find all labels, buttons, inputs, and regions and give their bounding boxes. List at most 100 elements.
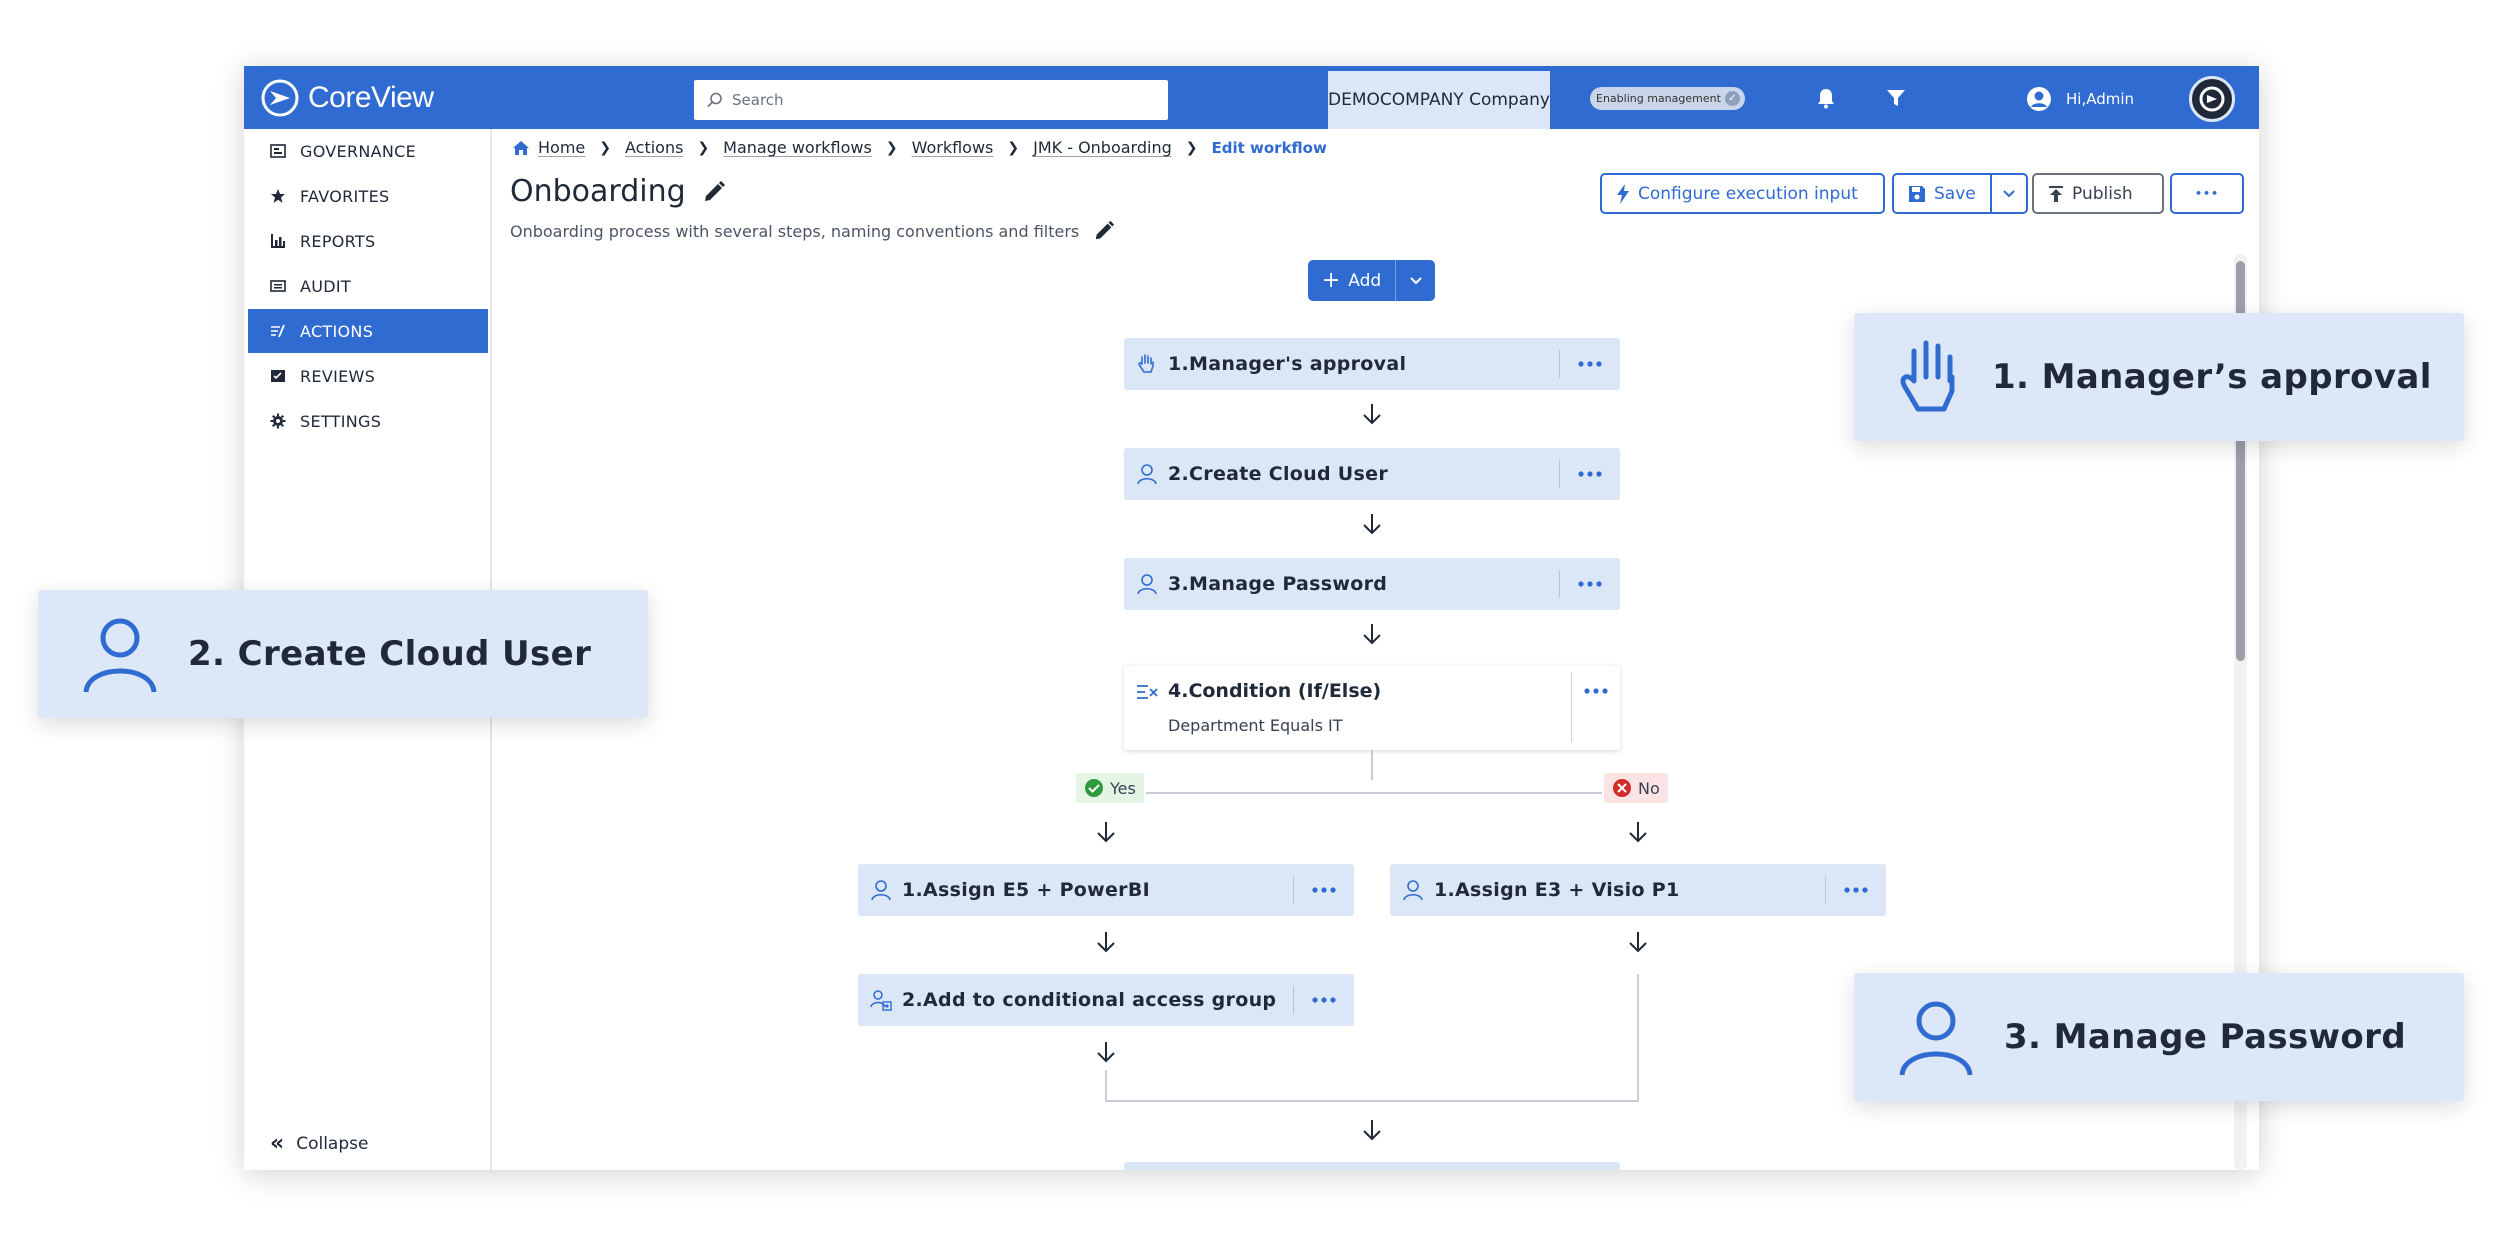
- sidebar-item-label: REVIEWS: [300, 366, 376, 386]
- save-button[interactable]: Save: [1892, 173, 1992, 214]
- flow-step-label: 2.Create Cloud User: [1168, 463, 1388, 485]
- search-input[interactable]: Search: [694, 80, 1168, 120]
- chevron-right-icon: ❯: [885, 139, 898, 156]
- sidebar-item-label: REPORTS: [300, 231, 376, 251]
- callout-create-cloud-user: 2. Create Cloud User: [38, 590, 648, 718]
- step-more-button[interactable]: [1294, 997, 1354, 1003]
- configure-label: Configure execution input: [1638, 183, 1858, 204]
- sidebar-item-governance[interactable]: GOVERNANCE: [248, 129, 488, 173]
- collapse-button[interactable]: « Collapse: [270, 1131, 368, 1156]
- tenant-logo-icon: [2199, 86, 2225, 112]
- more-options-button[interactable]: •••: [2170, 173, 2244, 214]
- chevron-right-icon: ❯: [697, 139, 710, 156]
- add-step-button[interactable]: + Add: [1308, 260, 1435, 301]
- add-options-dropdown[interactable]: [1396, 276, 1435, 285]
- more-dots-icon: [1584, 688, 1608, 694]
- add-button-main[interactable]: + Add: [1308, 260, 1396, 301]
- governance-icon: [270, 144, 286, 158]
- sidebar-item-label: FAVORITES: [300, 186, 390, 206]
- step-more-button[interactable]: [1560, 471, 1620, 477]
- step-more-button[interactable]: [1572, 666, 1620, 716]
- flow-step-managers-approval[interactable]: 1.Manager's approval: [1124, 338, 1620, 390]
- user-icon: [1137, 464, 1157, 485]
- breadcrumb: Home ❯ Actions ❯ Manage workflows ❯ Work…: [512, 138, 1327, 157]
- sidebar-item-settings[interactable]: SETTINGS: [248, 399, 488, 443]
- flow-step-assign-e3-visio[interactable]: 1.Assign E3 + Visio P1: [1390, 864, 1886, 916]
- flow-step-label: 2.Add to conditional access group: [902, 989, 1277, 1011]
- greeting-text: Hi,Admin: [2066, 90, 2135, 108]
- actions-icon: [271, 324, 285, 338]
- search-icon: [707, 92, 722, 108]
- more-dots-icon: [1312, 997, 1336, 1003]
- sidebar-item-actions[interactable]: ACTIONS: [248, 309, 488, 353]
- flow-step-create-cloud-user[interactable]: 2.Create Cloud User: [1124, 448, 1620, 500]
- company-selector[interactable]: DEMOCOMPANY Company: [1328, 71, 1550, 129]
- connector-line: [1105, 1070, 1107, 1102]
- home-icon: [513, 140, 529, 155]
- upload-icon: [2049, 185, 2063, 202]
- more-dots-icon: [1844, 887, 1868, 893]
- hand-icon: [1138, 354, 1154, 373]
- no-text: No: [1638, 778, 1660, 798]
- arrow-down-icon: [1097, 822, 1115, 843]
- user-menu[interactable]: Hi,Admin: [2026, 86, 2134, 112]
- connector-line: [1637, 974, 1639, 1102]
- publish-button[interactable]: Publish: [2032, 173, 2164, 214]
- sidebar-item-reports[interactable]: REPORTS: [248, 219, 488, 263]
- flow-step-label: 1.Manager's approval: [1168, 353, 1407, 375]
- condition-rule: Department Equals IT: [1168, 716, 1343, 735]
- edit-pencil-icon[interactable]: [702, 180, 726, 204]
- user-icon: [83, 618, 157, 693]
- tenant-avatar[interactable]: [2189, 76, 2235, 122]
- step-more-button[interactable]: [1560, 581, 1620, 587]
- callout-label: 1. Manager’s approval: [1992, 357, 2432, 397]
- flow-step-assign-e5-powerbi[interactable]: 1.Assign E5 + PowerBI: [858, 864, 1354, 916]
- condition-title: 4.Condition (If/Else): [1168, 680, 1382, 702]
- breadcrumb-home-label: Home: [538, 138, 586, 157]
- edit-pencil-icon[interactable]: [1093, 220, 1115, 242]
- yes-text: Yes: [1110, 778, 1136, 798]
- filter-icon[interactable]: [1884, 86, 1908, 110]
- top-bar: CoreView Search DEMOCOMPANY Company Enab…: [244, 66, 2259, 129]
- flow-step-next-partial[interactable]: [1124, 1162, 1620, 1170]
- coreview-logo[interactable]: CoreView: [260, 78, 434, 118]
- chevron-right-icon: ❯: [1185, 139, 1198, 156]
- more-dots-icon: [1578, 361, 1602, 367]
- badge-info-icon: ✓: [1724, 91, 1740, 106]
- user-avatar-icon: [2027, 87, 2051, 111]
- breadcrumb-actions[interactable]: Actions: [625, 138, 683, 157]
- arrow-down-icon: [1097, 1042, 1115, 1063]
- check-circle-icon: [1085, 779, 1103, 797]
- sidebar-item-audit[interactable]: AUDIT: [248, 264, 488, 308]
- publish-label: Publish: [2072, 183, 2133, 204]
- breadcrumb-home[interactable]: Home: [512, 138, 585, 157]
- connector-line: [1146, 792, 1602, 794]
- page-description: Onboarding process with several steps, n…: [510, 221, 1080, 241]
- breadcrumb-workflows[interactable]: Workflows: [912, 138, 994, 157]
- group-user-icon: [870, 990, 892, 1011]
- configure-execution-input-button[interactable]: Configure execution input: [1600, 173, 1885, 214]
- arrow-down-icon: [1363, 404, 1381, 425]
- page-description-row: Onboarding process with several steps, n…: [510, 220, 1115, 242]
- step-more-button[interactable]: [1560, 361, 1620, 367]
- breadcrumb-manage-workflows[interactable]: Manage workflows: [723, 138, 872, 157]
- lightning-icon: [1617, 183, 1629, 204]
- breadcrumb-workflow-name[interactable]: JMK - Onboarding: [1033, 138, 1172, 157]
- flow-step-manage-password[interactable]: 3.Manage Password: [1124, 558, 1620, 610]
- flow-step-label: 3.Manage Password: [1168, 573, 1388, 595]
- arrow-down-icon: [1363, 624, 1381, 645]
- more-dots-icon: [1578, 581, 1602, 587]
- flow-step-add-to-conditional-access-group[interactable]: 2.Add to conditional access group: [858, 974, 1354, 1026]
- sidebar-item-reviews[interactable]: REVIEWS: [248, 354, 488, 398]
- flow-step-condition[interactable]: 4.Condition (If/Else) Department Equals …: [1124, 666, 1620, 750]
- bell-icon[interactable]: [1814, 86, 1838, 110]
- user-icon: [1137, 574, 1157, 595]
- more-options-icon: •••: [2194, 187, 2220, 200]
- callout-manage-password: 3. Manage Password: [1854, 973, 2464, 1101]
- enabling-management-badge[interactable]: Enabling management ✓: [1590, 87, 1745, 110]
- x-circle-icon: [1613, 779, 1631, 797]
- step-more-button[interactable]: [1826, 887, 1886, 893]
- step-more-button[interactable]: [1294, 887, 1354, 893]
- sidebar-item-favorites[interactable]: FAVORITES: [248, 174, 488, 218]
- save-options-dropdown[interactable]: [1990, 173, 2028, 214]
